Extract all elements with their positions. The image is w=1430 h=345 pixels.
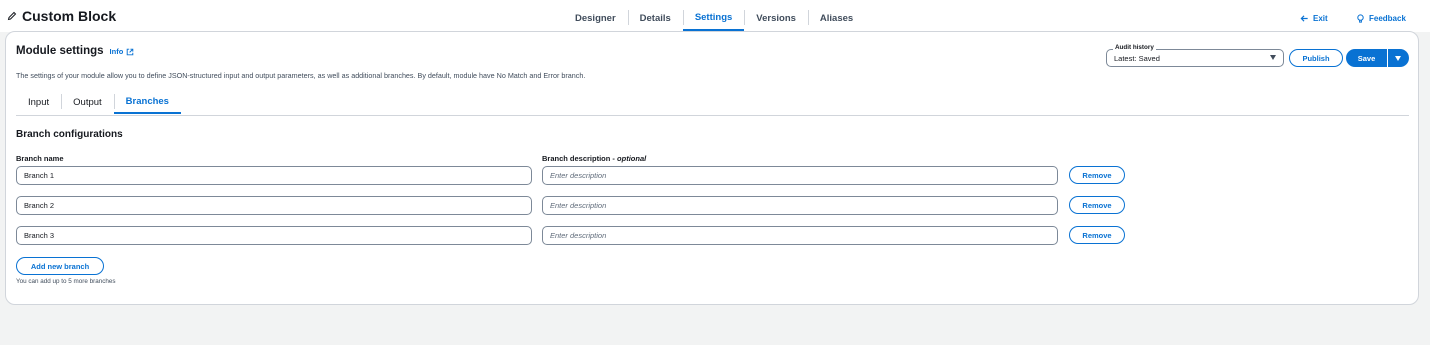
remove-branch-button[interactable]: Remove [1069, 226, 1125, 244]
section-title: Branch configurations [16, 129, 123, 140]
branch-description-input[interactable] [542, 226, 1058, 245]
remove-branch-button[interactable]: Remove [1069, 196, 1125, 214]
tab-input[interactable]: Input [16, 91, 61, 113]
tab-details[interactable]: Details [627, 6, 683, 30]
save-button[interactable]: Save [1346, 49, 1387, 67]
publish-button[interactable]: Publish [1289, 49, 1343, 67]
tab-settings[interactable]: Settings [682, 6, 745, 31]
settings-subtabs: Input Output Branches [16, 91, 181, 115]
subtabs-divider [16, 115, 1409, 116]
title-wrap: Custom Block [7, 8, 116, 24]
save-dropdown-button[interactable] [1388, 49, 1409, 67]
tab-branches[interactable]: Branches [113, 91, 181, 114]
card-title: Module settings [16, 45, 104, 57]
branch-name-input[interactable] [16, 226, 532, 245]
tab-output[interactable]: Output [61, 91, 114, 113]
branch-limit-hint: You can add up to 5 more branches [16, 278, 116, 285]
branch-name-input[interactable] [16, 166, 532, 185]
branch-description-input[interactable] [542, 166, 1058, 185]
add-branch-button[interactable]: Add new branch [16, 257, 104, 275]
audit-history-select[interactable]: Audit history Latest: Saved [1106, 44, 1284, 67]
tab-designer[interactable]: Designer [563, 6, 628, 30]
info-link[interactable]: Info [110, 47, 135, 56]
branch-description-label-text: Branch description - [542, 154, 615, 163]
branch-description-label: Branch description - optional [542, 154, 646, 163]
remove-branch-button[interactable]: Remove [1069, 166, 1125, 184]
feedback-button[interactable]: Feedback [1356, 14, 1406, 23]
exit-button[interactable]: Exit [1300, 14, 1328, 23]
external-link-icon [127, 48, 134, 55]
module-settings-card: Module settings Info The settings of you… [5, 31, 1419, 305]
exit-label: Exit [1313, 14, 1328, 23]
branch-name-label: Branch name [16, 154, 64, 163]
branch-name-input[interactable] [16, 196, 532, 215]
main-tabs: Designer Details Settings Versions Alias… [563, 6, 865, 32]
arrow-left-icon [1300, 15, 1308, 22]
page-title: Custom Block [22, 8, 117, 24]
branch-description-input[interactable] [542, 196, 1058, 215]
pencil-icon[interactable] [7, 11, 17, 21]
audit-history-label: Audit history [1113, 44, 1156, 51]
lightbulb-icon [1357, 14, 1364, 23]
card-description: The settings of your module allow you to… [16, 71, 586, 80]
tab-aliases[interactable]: Aliases [807, 6, 865, 30]
top-bar: Custom Block Designer Details Settings V… [0, 0, 1430, 32]
audit-history-value: Latest: Saved [1114, 54, 1160, 63]
feedback-label: Feedback [1369, 14, 1406, 23]
caret-down-icon [1270, 55, 1276, 60]
optional-label: optional [617, 154, 647, 163]
card-header: Module settings Info [16, 45, 134, 57]
tab-versions[interactable]: Versions [744, 6, 808, 30]
info-label: Info [109, 47, 124, 56]
